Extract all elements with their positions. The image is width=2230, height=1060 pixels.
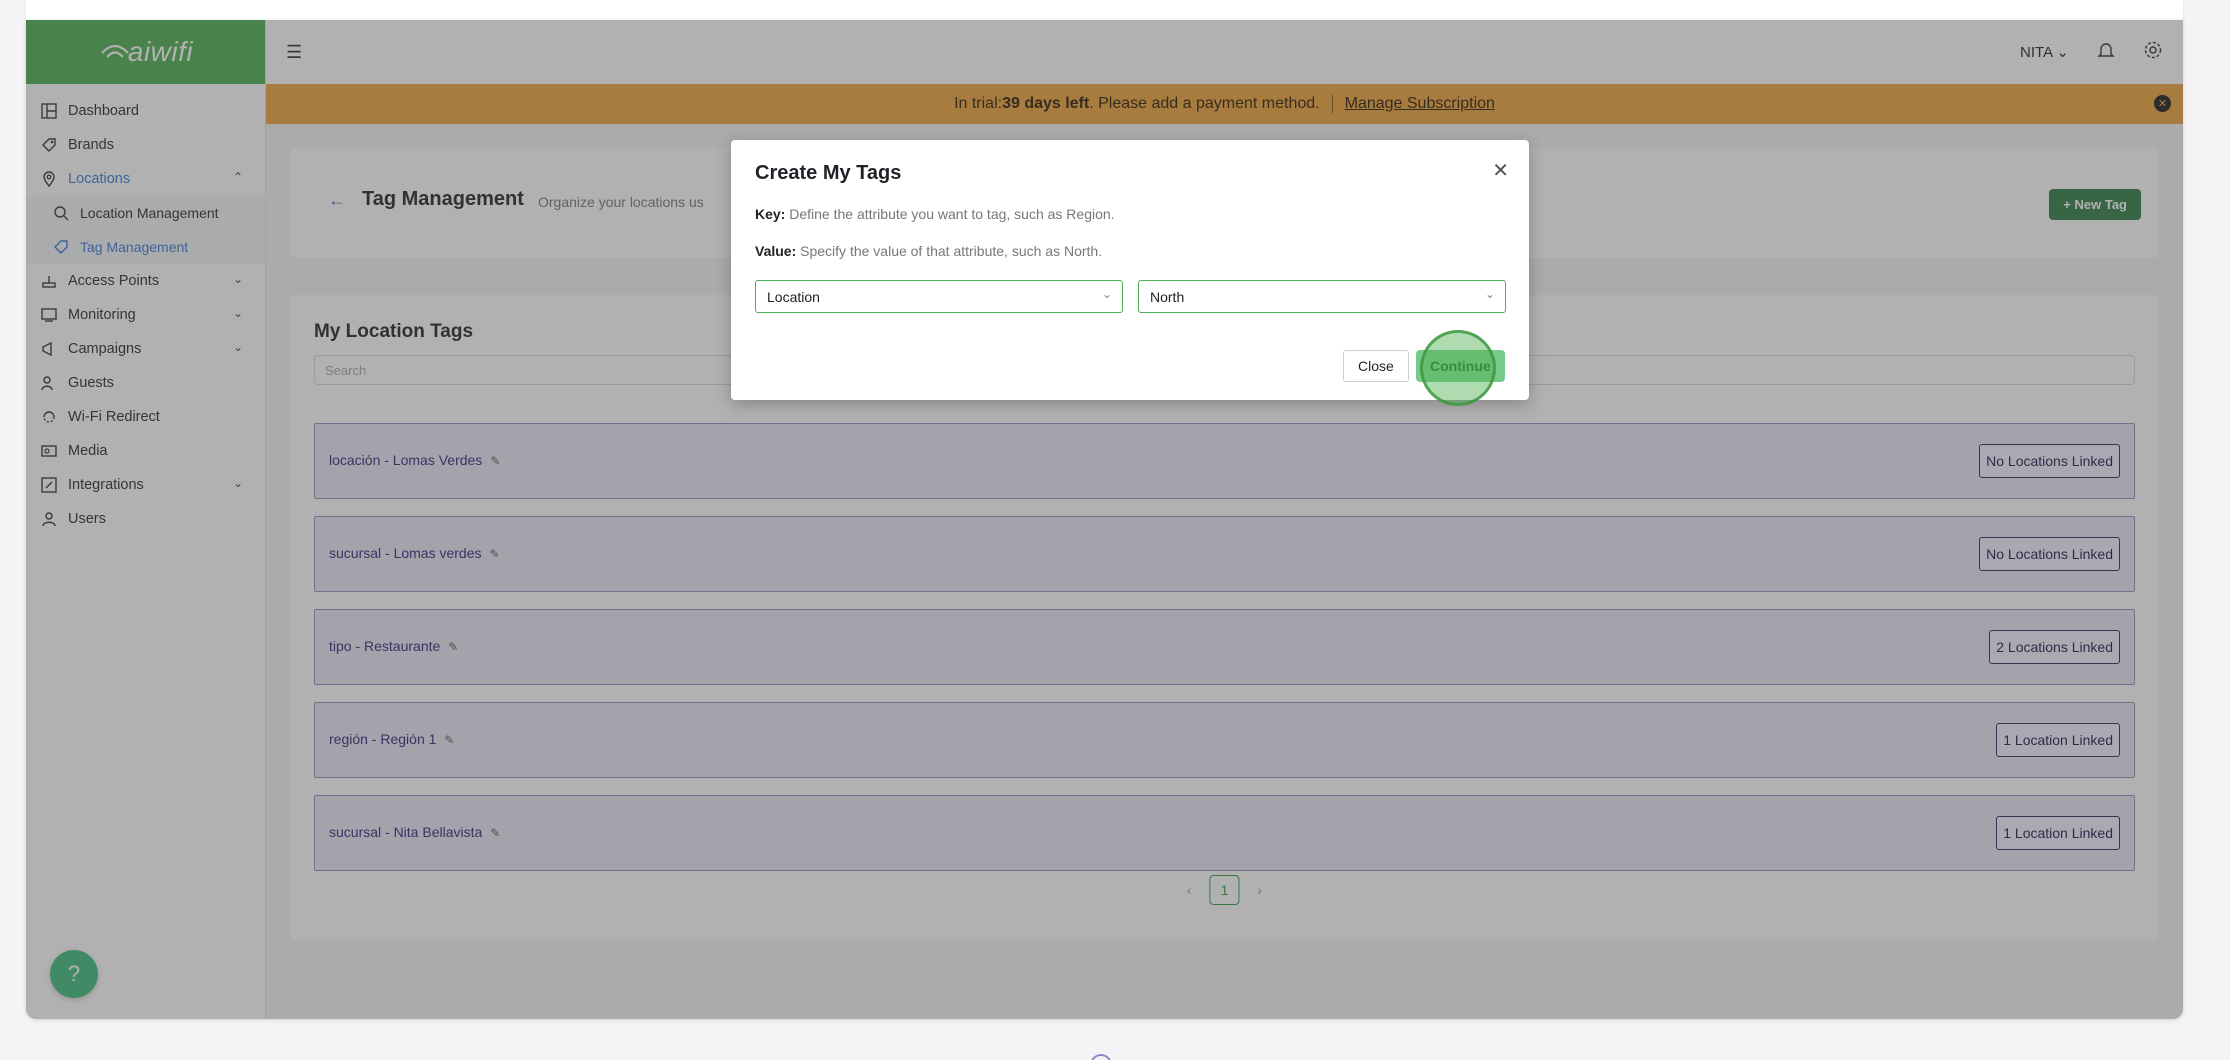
chevron-down-icon: ⌄	[1484, 287, 1495, 301]
close-button[interactable]: Close	[1343, 350, 1409, 382]
key-select[interactable]: Location ⌄	[755, 280, 1123, 313]
click-indicator	[1420, 330, 1496, 406]
browser-top-strip	[26, 0, 2183, 20]
value-help: Value: Specify the value of that attribu…	[755, 243, 1103, 259]
modal-title: Create My Tags	[755, 162, 902, 184]
value-select[interactable]: North ⌄	[1138, 280, 1506, 313]
bottom-indicator	[1090, 1054, 1112, 1060]
key-help: Key: Define the attribute you want to ta…	[755, 206, 1115, 222]
app-frame: aiwifi Dashboard Brands Locations ⌃ Loca…	[26, 20, 2183, 1019]
close-icon[interactable]: ✕	[1492, 158, 1509, 183]
chevron-down-icon: ⌄	[1101, 287, 1112, 301]
create-tags-modal: Create My Tags ✕ Key: Define the attribu…	[731, 140, 1529, 406]
